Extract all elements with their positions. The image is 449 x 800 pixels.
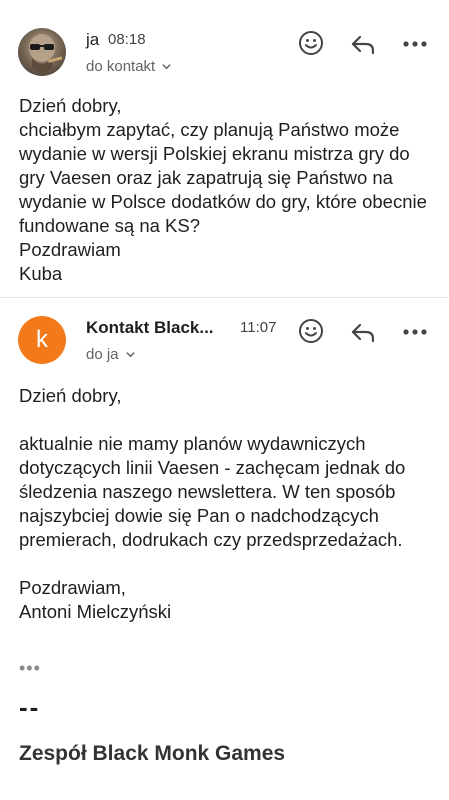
- sender-name: ja: [86, 30, 100, 49]
- signature-separator: --: [19, 692, 41, 722]
- signature-team-name: Zespół Black Monk Games: [19, 742, 286, 765]
- recipient-label: do kontakt: [86, 58, 156, 75]
- message-time: 11:07: [240, 319, 277, 336]
- message-body: Dzień dobry, aktualnie nie mamy planów w…: [19, 385, 406, 622]
- emoji-reaction-button[interactable]: [296, 28, 326, 58]
- show-trimmed-content-button[interactable]: •••: [19, 658, 41, 679]
- more-icon: [403, 329, 427, 335]
- reply-icon: [351, 35, 375, 55]
- recipient-details[interactable]: do ja: [86, 346, 136, 363]
- emoji-reaction-button[interactable]: [296, 316, 326, 346]
- emoji-icon: [299, 31, 323, 55]
- more-options-button[interactable]: [400, 29, 430, 59]
- sender-name: Kontakt Black...: [86, 318, 214, 337]
- message-divider: [0, 297, 449, 298]
- more-options-button[interactable]: [400, 317, 430, 347]
- message-body: Dzień dobry, chciałbym zapytać, czy plan…: [19, 95, 427, 284]
- chevron-down-icon: [125, 352, 135, 358]
- recipient-details[interactable]: do kontakt: [86, 58, 172, 75]
- message-time: 08:18: [108, 31, 146, 48]
- sender-avatar[interactable]: [18, 28, 66, 76]
- sender-avatar[interactable]: k: [18, 316, 66, 364]
- emoji-icon: [299, 319, 323, 343]
- chevron-down-icon: [162, 64, 171, 70]
- recipient-label: do ja: [86, 346, 119, 363]
- more-icon: [403, 41, 427, 47]
- reply-button[interactable]: [348, 29, 378, 59]
- reply-icon: [351, 323, 375, 343]
- reply-button[interactable]: [348, 317, 378, 347]
